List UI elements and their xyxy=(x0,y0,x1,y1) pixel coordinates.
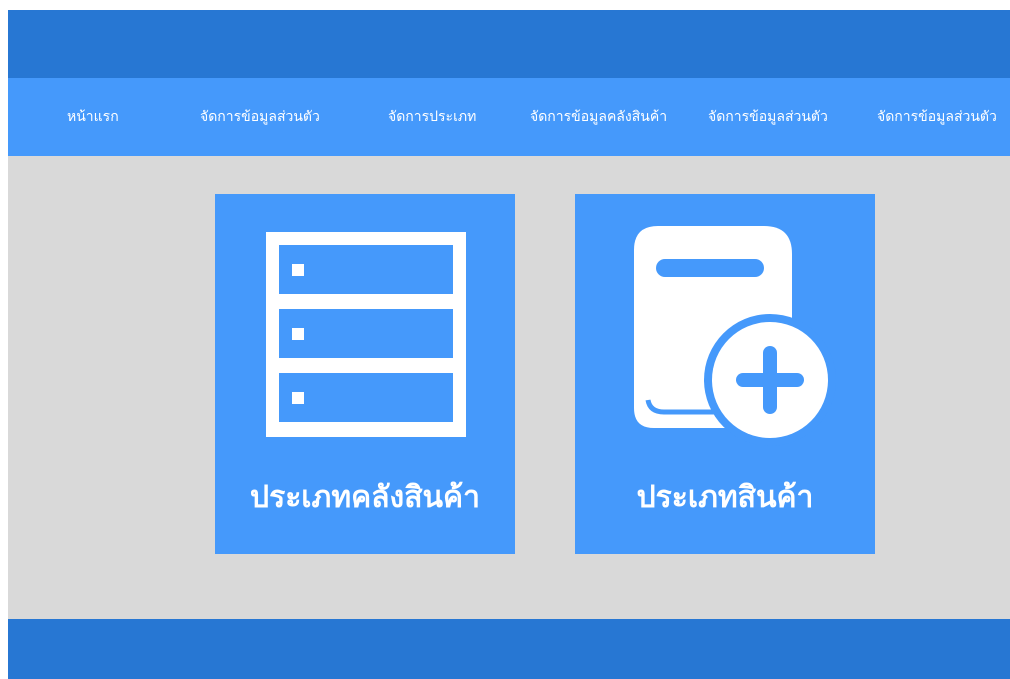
warehouse-shelves-icon xyxy=(266,232,466,437)
main-content: ประเภทคลังสินค้า ประเภทสินค้า xyxy=(8,156,1010,619)
nav-item-manage-warehouse-data[interactable]: จัดการข้อมูลคลังสินค้า xyxy=(530,78,667,156)
warehouse-type-card[interactable]: ประเภทคลังสินค้า xyxy=(215,194,515,554)
app-frame: หน้าแรก จัดการข้อมูลส่วนตัว จัดการประเภท… xyxy=(8,10,1010,679)
header-bar xyxy=(8,10,1010,78)
product-type-card[interactable]: ประเภทสินค้า xyxy=(575,194,875,554)
nav-item-manage-personal-info-2[interactable]: จัดการข้อมูลส่วนตัว xyxy=(708,78,828,156)
product-type-label: ประเภทสินค้า xyxy=(636,480,814,515)
nav-item-manage-personal-info[interactable]: จัดการข้อมูลส่วนตัว xyxy=(200,78,320,156)
nav-item-manage-types[interactable]: จัดการประเภท xyxy=(388,78,476,156)
warehouse-type-label: ประเภทคลังสินค้า xyxy=(250,480,480,515)
device-add-icon xyxy=(634,226,836,446)
nav-bar: หน้าแรก จัดการข้อมูลส่วนตัว จัดการประเภท… xyxy=(8,78,1010,156)
nav-item-home[interactable]: หน้าแรก xyxy=(67,78,119,156)
footer-bar xyxy=(8,619,1010,679)
nav-item-manage-personal-info-3[interactable]: จัดการข้อมูลส่วนตัว xyxy=(877,78,997,156)
